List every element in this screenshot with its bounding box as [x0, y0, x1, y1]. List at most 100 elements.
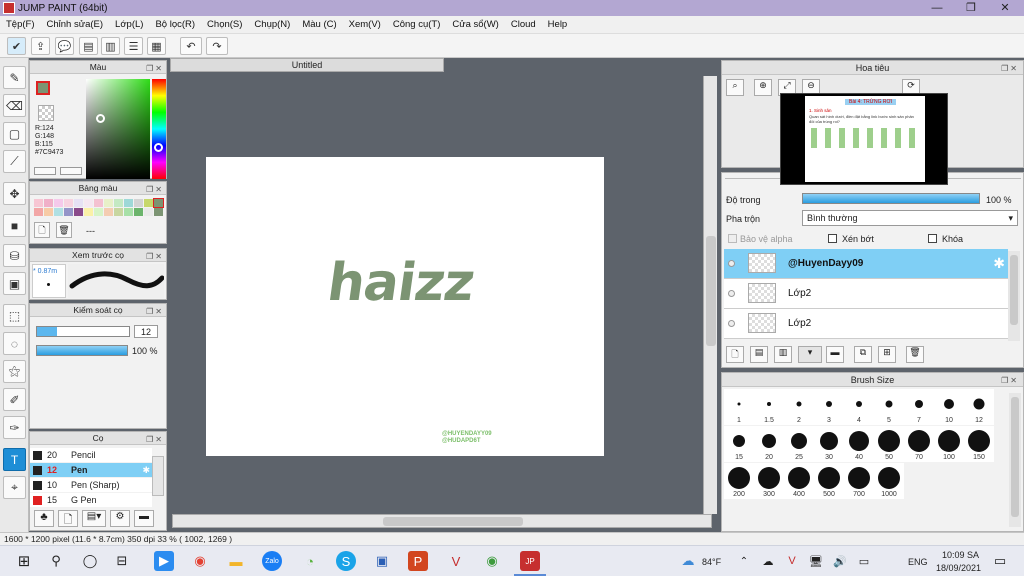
zoom-app-icon[interactable]: ▶	[154, 551, 174, 571]
brush-size-scrollbar[interactable]	[1009, 393, 1021, 527]
new-vector-layer-icon[interactable]: ▤	[750, 346, 768, 363]
palette-swatch[interactable]	[144, 199, 153, 207]
rect-select-tool-icon[interactable]: ⬚	[3, 304, 26, 327]
protect-alpha-checkbox[interactable]	[728, 234, 737, 243]
zalo-icon[interactable]: Zalo	[262, 551, 282, 571]
copy-layer-icon[interactable]: ⧉	[854, 346, 872, 363]
panel-controls-icon[interactable]: ❐✕	[1001, 374, 1019, 388]
palette-swatch[interactable]	[144, 208, 153, 216]
palette-swatch[interactable]	[34, 208, 43, 216]
gradient-tool-icon[interactable]: ▣	[3, 272, 26, 295]
brush-size-option[interactable]: 70	[904, 426, 934, 462]
brush-list-item[interactable]: 15 G Pen	[30, 493, 152, 507]
coccoc-icon[interactable]: ◔	[300, 551, 320, 571]
brush-size-option[interactable]: 200	[724, 463, 754, 499]
brush-size-option[interactable]: 500	[814, 463, 844, 499]
menu-filter[interactable]: Bộ lọc(R)	[149, 19, 201, 30]
menu-view[interactable]: Xem(V)	[343, 19, 387, 30]
rectangle-tool-icon[interactable]: ▢	[3, 122, 26, 145]
brush-size-option[interactable]: 700	[844, 463, 874, 499]
new-text-layer-icon[interactable]: ▥	[774, 346, 792, 363]
powerpoint-icon[interactable]: P	[408, 551, 428, 571]
brush-size-option[interactable]: 1000	[874, 463, 904, 499]
zoom-icon[interactable]: ⌕	[726, 79, 744, 96]
brush-list-item[interactable]: 12 Pen ✱	[30, 463, 152, 477]
palette-swatch[interactable]	[104, 199, 113, 207]
brush-size-option[interactable]: 150	[964, 426, 994, 462]
new-layer-icon[interactable]: 🗋	[726, 346, 744, 363]
chrome-alt-icon[interactable]: ◉	[482, 551, 502, 571]
antivirus-icon[interactable]: V	[782, 551, 802, 571]
brush-size-option[interactable]: 3	[814, 389, 844, 425]
close-button[interactable]: ✕	[988, 0, 1022, 16]
color-add-button[interactable]	[34, 167, 56, 175]
palette-swatch[interactable]	[154, 208, 163, 216]
horizontal-scroll-thumb[interactable]	[383, 517, 523, 526]
speaker-icon[interactable]: 🔊	[830, 551, 850, 571]
new-brush-icon[interactable]: 🗋	[58, 510, 78, 527]
palette-swatch[interactable]	[94, 199, 103, 207]
brush-size-option[interactable]: 2	[784, 389, 814, 425]
grid-icon[interactable]: ▦	[147, 37, 166, 55]
magic-wand-tool-icon[interactable]: ⚝	[3, 360, 26, 383]
palette-swatch[interactable]	[114, 199, 123, 207]
menu-color[interactable]: Màu (C)	[296, 19, 342, 30]
brush-size-option[interactable]: 25	[784, 426, 814, 462]
file-explorer-icon[interactable]: ▬	[226, 551, 246, 571]
brush-size-option[interactable]: 1.5	[754, 389, 784, 425]
skype-icon[interactable]: S	[336, 551, 356, 571]
brush-size-option[interactable]: 400	[784, 463, 814, 499]
palette-swatch[interactable]	[54, 208, 63, 216]
palette-swatch[interactable]	[44, 208, 53, 216]
move-tool-icon[interactable]: ✥	[3, 182, 26, 205]
jump-paint-icon[interactable]: JP	[520, 551, 540, 571]
brush-tool-icon[interactable]: ✎	[3, 66, 26, 89]
store-icon[interactable]: ▣	[372, 551, 392, 571]
widgets-icon[interactable]: ⊟	[112, 551, 132, 571]
panel-controls-icon[interactable]: ❐✕	[146, 183, 164, 196]
menu-edit[interactable]: Chỉnh sửa(E)	[41, 19, 110, 30]
folder-icon[interactable]: ▬	[826, 346, 844, 363]
menu-cloud[interactable]: Cloud	[505, 19, 542, 30]
select-eraser-tool-icon[interactable]: ✑	[3, 416, 26, 439]
menu-layer[interactable]: Lớp(L)	[109, 19, 149, 30]
brush-folder-icon[interactable]: ▬	[134, 510, 154, 527]
panel-controls-icon[interactable]: ❐✕	[146, 305, 164, 318]
battery-icon[interactable]: ▭	[854, 551, 874, 571]
document-tab[interactable]: Untitled	[170, 58, 444, 72]
brush-size-slider[interactable]	[36, 326, 130, 337]
brush-size-option[interactable]: 12	[964, 389, 994, 425]
bucket-tool-icon[interactable]: ⛁	[3, 244, 26, 267]
weather-icon[interactable]: ☁	[678, 551, 698, 571]
brush-size-option[interactable]: 40	[844, 426, 874, 462]
panel-controls-icon[interactable]: ❐✕	[146, 433, 164, 446]
text-tool-icon[interactable]: T	[3, 448, 26, 471]
brush-size-input[interactable]: 12	[134, 325, 158, 338]
panel-controls-icon[interactable]: ❐✕	[1001, 62, 1019, 76]
brush-size-option[interactable]: 50	[874, 426, 904, 462]
brush-list-scrollbar[interactable]	[152, 456, 164, 496]
palette-swatch[interactable]	[134, 208, 143, 216]
document-canvas[interactable]: haizz @HUYENDAYY09 @HUDAPD6T	[206, 157, 604, 456]
vertical-scroll-thumb[interactable]	[706, 236, 716, 346]
windows-start-icon[interactable]: ⊞	[14, 551, 34, 571]
palette-swatch[interactable]	[64, 208, 73, 216]
redo-icon[interactable]: ↷	[206, 37, 228, 55]
brush-size-option[interactable]: 5	[874, 389, 904, 425]
palette-swatch[interactable]	[74, 199, 83, 207]
brush-size-option[interactable]: 300	[754, 463, 784, 499]
clip-checkbox[interactable]	[828, 234, 837, 243]
hue-slider[interactable]	[152, 79, 166, 179]
undo-icon[interactable]: ↶	[180, 37, 202, 55]
palette-swatch[interactable]	[64, 199, 73, 207]
layer-visibility-icon[interactable]	[728, 320, 735, 327]
layer-visibility-icon[interactable]	[728, 260, 735, 267]
layer-row[interactable]: @HuyenDayy09 ✱	[724, 249, 1008, 279]
layer-row[interactable]: Lớp2	[724, 279, 1008, 309]
clock-date[interactable]: 18/09/2021	[936, 563, 981, 573]
eraser-tool-icon[interactable]: ⌫	[3, 94, 26, 117]
vivaldi-icon[interactable]: V	[446, 551, 466, 571]
comment-icon[interactable]: 💬	[55, 37, 74, 55]
check-icon[interactable]: ✔	[7, 37, 26, 55]
network-icon[interactable]: 🖥	[806, 551, 826, 571]
